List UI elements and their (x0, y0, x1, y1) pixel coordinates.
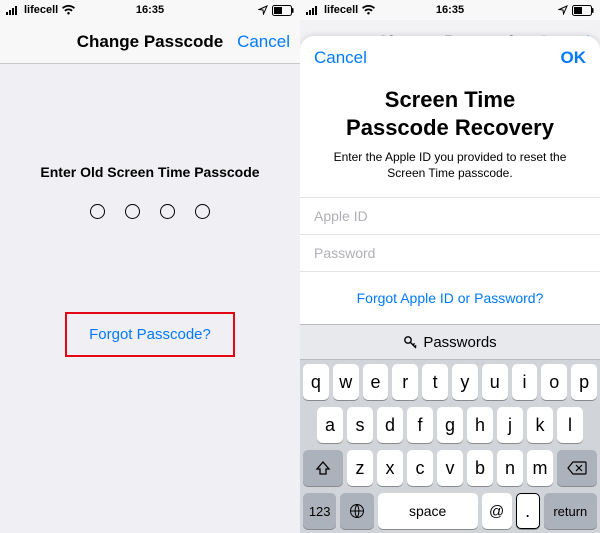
password-field[interactable] (300, 234, 600, 272)
key-j[interactable]: j (497, 407, 523, 443)
globe-key[interactable] (340, 493, 373, 529)
key-e[interactable]: e (363, 364, 389, 400)
key-g[interactable]: g (437, 407, 463, 443)
sheet-subtitle: Enter the Apple ID you provided to reset… (300, 149, 600, 197)
key-icon (403, 335, 417, 349)
sheet-title: Screen Time Passcode Recovery (300, 80, 600, 149)
battery-icon (272, 5, 294, 16)
key-p[interactable]: p (571, 364, 597, 400)
key-t[interactable]: t (422, 364, 448, 400)
location-icon (258, 5, 268, 15)
phone-left: lifecell 16:35 Change Passcode Cancel En… (0, 0, 300, 533)
forgot-apple-id-link[interactable]: Forgot Apple ID or Password? (300, 272, 600, 316)
signal-icon (306, 5, 320, 15)
battery-icon (572, 5, 594, 16)
key-k[interactable]: k (527, 407, 553, 443)
passcode-dot (125, 204, 140, 219)
sheet-ok-button[interactable]: OK (561, 48, 587, 68)
backspace-icon (567, 461, 587, 475)
key-m[interactable]: m (527, 450, 553, 486)
wifi-icon (362, 5, 375, 15)
return-key[interactable]: return (544, 493, 597, 529)
passcode-dot (160, 204, 175, 219)
key-v[interactable]: v (437, 450, 463, 486)
passcode-dots[interactable] (90, 204, 210, 219)
key-x[interactable]: x (377, 450, 403, 486)
forgot-passcode-link[interactable]: Forgot Passcode? (89, 326, 211, 343)
key-a[interactable]: a (317, 407, 343, 443)
location-icon (558, 5, 568, 15)
key-b[interactable]: b (467, 450, 493, 486)
key-c[interactable]: c (407, 450, 433, 486)
key-y[interactable]: y (452, 364, 478, 400)
keyboard-accessory-label: Passwords (423, 334, 496, 351)
globe-icon (349, 503, 365, 519)
apple-id-field[interactable] (300, 197, 600, 234)
shift-icon (315, 460, 331, 476)
keyboard-accessory-bar[interactable]: Passwords (300, 324, 600, 360)
key-w[interactable]: w (333, 364, 359, 400)
key-q[interactable]: q (303, 364, 329, 400)
keyboard-row-1: qwertyuiop (303, 364, 597, 400)
nav-bar: Change Passcode Cancel (0, 20, 300, 64)
at-key[interactable]: @ (482, 493, 512, 529)
key-s[interactable]: s (347, 407, 373, 443)
keyboard-row-2: asdfghjkl (303, 407, 597, 443)
passcode-prompt: Enter Old Screen Time Passcode (40, 164, 259, 180)
keyboard-row-4: 123 space @ . return (303, 493, 597, 529)
key-r[interactable]: r (392, 364, 418, 400)
period-key[interactable]: . (516, 493, 540, 529)
key-o[interactable]: o (541, 364, 567, 400)
status-bar: lifecell 16:35 (300, 0, 600, 20)
key-f[interactable]: f (407, 407, 433, 443)
signal-icon (6, 5, 20, 15)
forgot-passcode-highlight: Forgot Passcode? (65, 312, 235, 357)
status-bar: lifecell 16:35 (0, 0, 300, 20)
key-d[interactable]: d (377, 407, 403, 443)
passcode-dot (195, 204, 210, 219)
phone-right: lifecell 16:35 Change Passcode Cancel Ca… (300, 0, 600, 533)
key-i[interactable]: i (512, 364, 538, 400)
key-l[interactable]: l (557, 407, 583, 443)
carrier-label: lifecell (324, 4, 358, 16)
space-key[interactable]: space (378, 493, 478, 529)
numbers-key[interactable]: 123 (303, 493, 336, 529)
shift-key[interactable] (303, 450, 343, 486)
sheet-cancel-button[interactable]: Cancel (314, 48, 367, 68)
key-z[interactable]: z (347, 450, 373, 486)
cancel-button[interactable]: Cancel (230, 32, 290, 52)
key-n[interactable]: n (497, 450, 523, 486)
passcode-dot (90, 204, 105, 219)
key-u[interactable]: u (482, 364, 508, 400)
carrier-label: lifecell (24, 4, 58, 16)
keyboard-row-3: zxcvbnm (303, 450, 597, 486)
backspace-key[interactable] (557, 450, 597, 486)
key-h[interactable]: h (467, 407, 493, 443)
wifi-icon (62, 5, 75, 15)
recovery-sheet: Cancel OK Screen Time Passcode Recovery … (300, 36, 600, 533)
keyboard: Passwords qwertyuiop asdfghjkl zxcvbnm 1… (300, 324, 600, 533)
